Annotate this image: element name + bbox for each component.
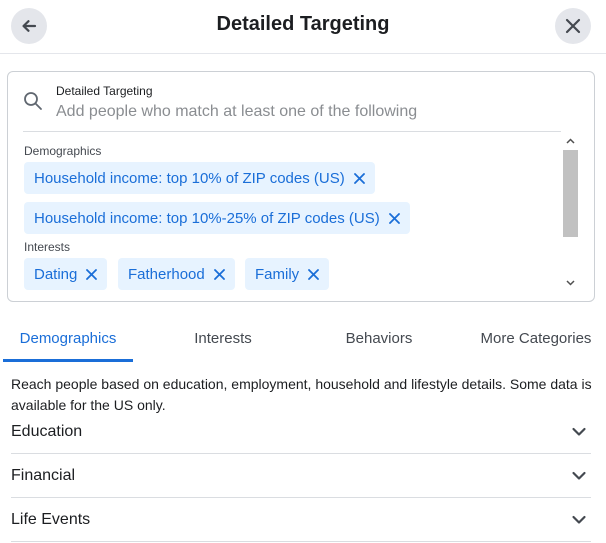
chevron-down-icon xyxy=(566,280,575,286)
interests-section-label: Interests xyxy=(24,240,71,254)
close-icon xyxy=(565,18,581,34)
tab-behaviors[interactable]: Behaviors xyxy=(316,314,442,362)
scroll-down-button[interactable] xyxy=(562,276,579,290)
tab-interests[interactable]: Interests xyxy=(160,314,286,362)
remove-chip-icon[interactable] xyxy=(86,268,98,280)
chip-label: Household income: top 10% of ZIP codes (… xyxy=(34,169,345,187)
category-tabs: Demographics Interests Behaviors More Ca… xyxy=(0,314,606,362)
selected-chip: Dating xyxy=(24,258,108,290)
category-row-financial[interactable]: Financial xyxy=(11,454,591,498)
search-icon xyxy=(24,92,42,110)
tab-demographics[interactable]: Demographics xyxy=(3,314,133,362)
detailed-targeting-box: Detailed Targeting Demographics Househol… xyxy=(7,71,595,302)
chevron-down-icon xyxy=(572,427,586,436)
selected-chip: Family xyxy=(245,258,330,290)
tab-more-categories[interactable]: More Categories xyxy=(470,314,602,362)
selected-targeting-list: Demographics Household income: top 10% o… xyxy=(8,132,563,301)
remove-chip-icon[interactable] xyxy=(213,268,225,280)
selected-chip: Fatherhood xyxy=(118,258,235,290)
remove-chip-icon[interactable] xyxy=(353,172,365,184)
chevron-down-icon xyxy=(572,515,586,524)
category-row-life-events[interactable]: Life Events xyxy=(11,498,591,542)
demographics-section-label: Demographics xyxy=(24,144,102,158)
selected-chip: Household income: top 10% of ZIP codes (… xyxy=(24,162,375,194)
page-title: Detailed Targeting xyxy=(216,13,390,35)
chip-label: Fatherhood xyxy=(128,265,205,283)
close-button[interactable] xyxy=(555,8,591,44)
divider xyxy=(11,541,591,542)
scrollbar[interactable] xyxy=(562,132,579,301)
dialog-header: Detailed Targeting xyxy=(0,0,606,54)
chip-label: Household income: top 10%-25% of ZIP cod… xyxy=(34,209,380,227)
active-tab-indicator xyxy=(3,359,133,362)
category-row-education[interactable]: Education xyxy=(11,410,591,454)
chevron-down-icon xyxy=(572,471,586,480)
scrollbar-thumb[interactable] xyxy=(563,150,578,237)
selected-chip: Household income: top 10%-25% of ZIP cod… xyxy=(24,202,410,234)
category-label: Life Events xyxy=(11,511,91,528)
search-field-label: Detailed Targeting xyxy=(56,84,153,98)
category-label: Education xyxy=(11,423,83,440)
scroll-up-button[interactable] xyxy=(562,134,579,148)
category-label: Financial xyxy=(11,467,76,484)
remove-chip-icon[interactable] xyxy=(388,212,400,224)
chip-label: Dating xyxy=(34,265,78,283)
search-input[interactable] xyxy=(56,100,556,124)
remove-chip-icon[interactable] xyxy=(308,268,320,280)
chevron-up-icon xyxy=(566,138,575,144)
chip-label: Family xyxy=(255,265,300,283)
